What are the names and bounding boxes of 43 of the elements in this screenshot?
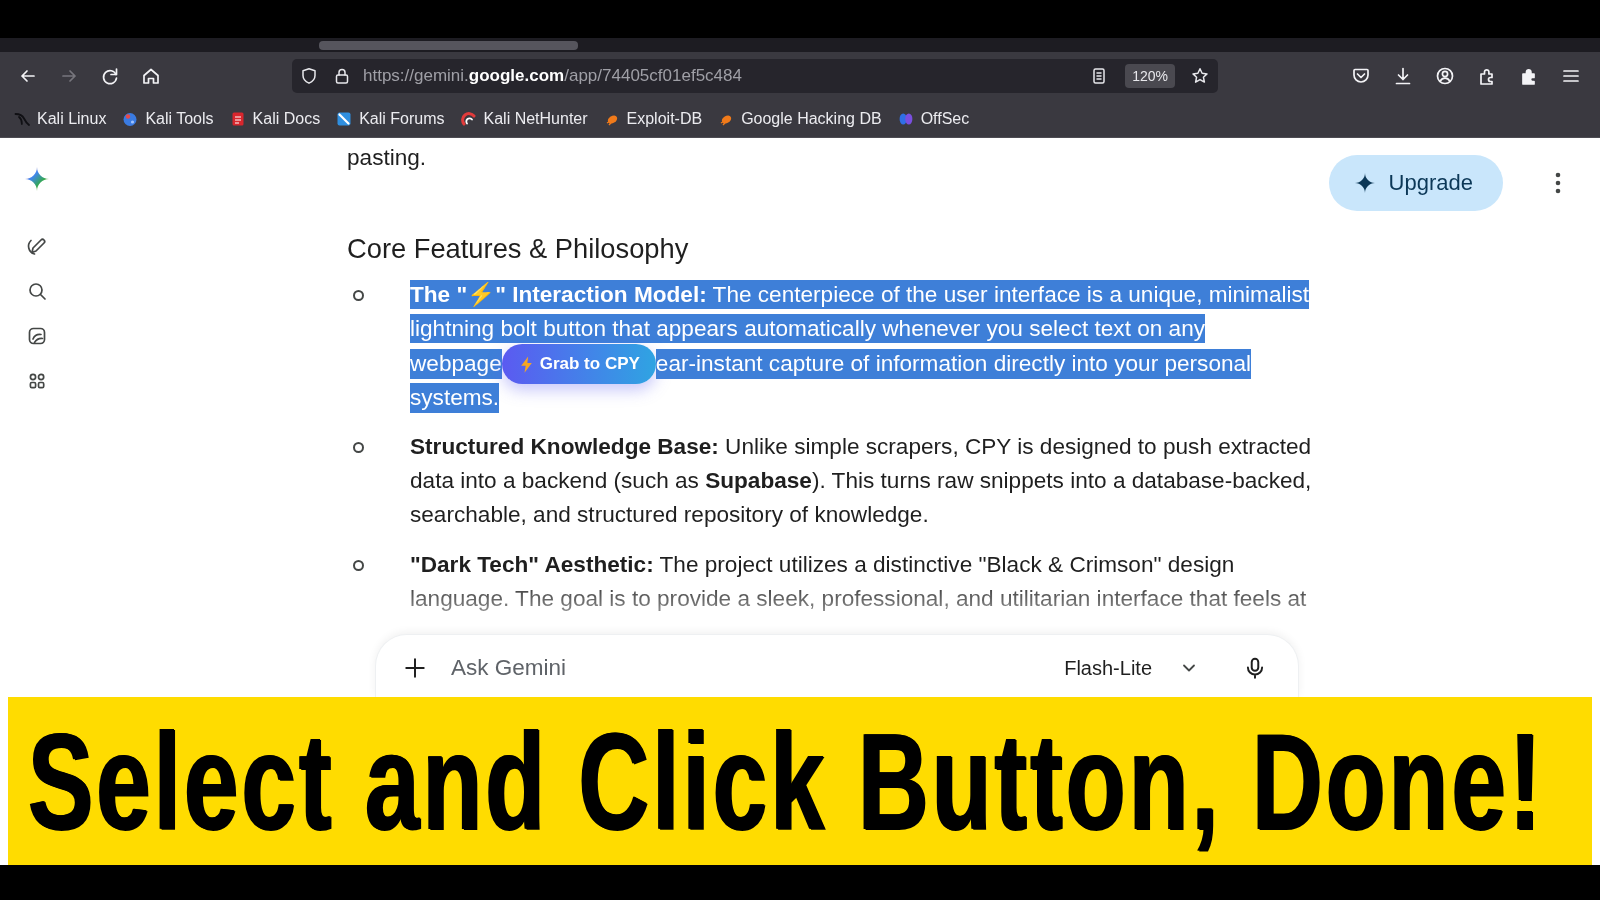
bullet-icon (353, 290, 364, 301)
selected-text: systems. (410, 383, 500, 414)
hook-icon (460, 110, 477, 127)
lightning-bolt-icon (519, 355, 533, 373)
list-item-text: Structured Knowledge Base: Unlike simple scrapers, CPY is designed to push extracted data into a backend (such as Supabase). This turns raw snippets into a database-backed, searchable, and structured repository of knowledge. (410, 434, 1312, 527)
bookmark-item[interactable]: OffSec (889, 105, 978, 132)
bookmark-item[interactable]: Kali Tools (114, 105, 222, 132)
bookmark-item[interactable]: Kali NetHunter (452, 105, 596, 132)
bookmark-item[interactable]: Kali Linux (6, 105, 115, 132)
sparkle-icon[interactable] (25, 167, 49, 191)
lock-icon[interactable] (333, 67, 351, 85)
bookmark-item[interactable]: Exploit-DB (595, 105, 711, 132)
address-bar[interactable]: https://gemini.google.com/app/74405cf01ef5c484 120% (292, 59, 1218, 93)
url-text: https://gemini.google.com/app/74405cf01ef5c484 (363, 66, 742, 86)
bookmark-item[interactable]: Kali Forums (328, 105, 453, 132)
orb-icon (122, 110, 139, 127)
shield-icon[interactable] (300, 67, 318, 85)
grab-button[interactable]: Grab to CPY (501, 344, 656, 385)
upgrade-button[interactable]: Upgrade (1328, 155, 1503, 211)
selected-text: ear-instant capture of information directly into your personal (655, 349, 1252, 380)
prompt-box[interactable]: Ask Gemini Flash-Lite (375, 634, 1299, 697)
plus-icon[interactable] (403, 656, 427, 680)
search-icon[interactable] (26, 280, 48, 302)
account-icon[interactable] (1434, 65, 1456, 87)
section-heading: Core Features & Philosophy (347, 232, 690, 266)
squiggle-icon (14, 110, 30, 127)
star-icon[interactable] (1191, 67, 1209, 85)
zoom-level-button[interactable]: 120% (1125, 64, 1175, 88)
pencil-icon[interactable] (26, 235, 48, 257)
bullet-icon (353, 560, 364, 571)
caption-text: Select and Click Button, Done! (28, 711, 1545, 851)
blade-icon (336, 110, 353, 127)
prompt-field[interactable]: Ask Gemini (449, 654, 1065, 682)
bookmark-item[interactable]: Google Hacking DB (710, 105, 890, 132)
selected-text: webpage (410, 349, 502, 380)
body-text: pasting. (347, 144, 428, 172)
model-selector[interactable]: Flash-Lite (1064, 650, 1198, 686)
bookmark-item[interactable]: Kali Docs (221, 105, 329, 132)
square-swirl-icon[interactable] (26, 325, 48, 347)
list-item-text: "Dark Tech" Aesthetic: The project utilizes a distinctive "Black & Crimson" design language. The goal is to provide a sleek, professional, and utilitarian interface that feels at (410, 552, 1307, 611)
sparkle-icon (1354, 173, 1375, 193)
more-options-icon[interactable] (1555, 172, 1561, 194)
bullet-icon (353, 442, 364, 453)
